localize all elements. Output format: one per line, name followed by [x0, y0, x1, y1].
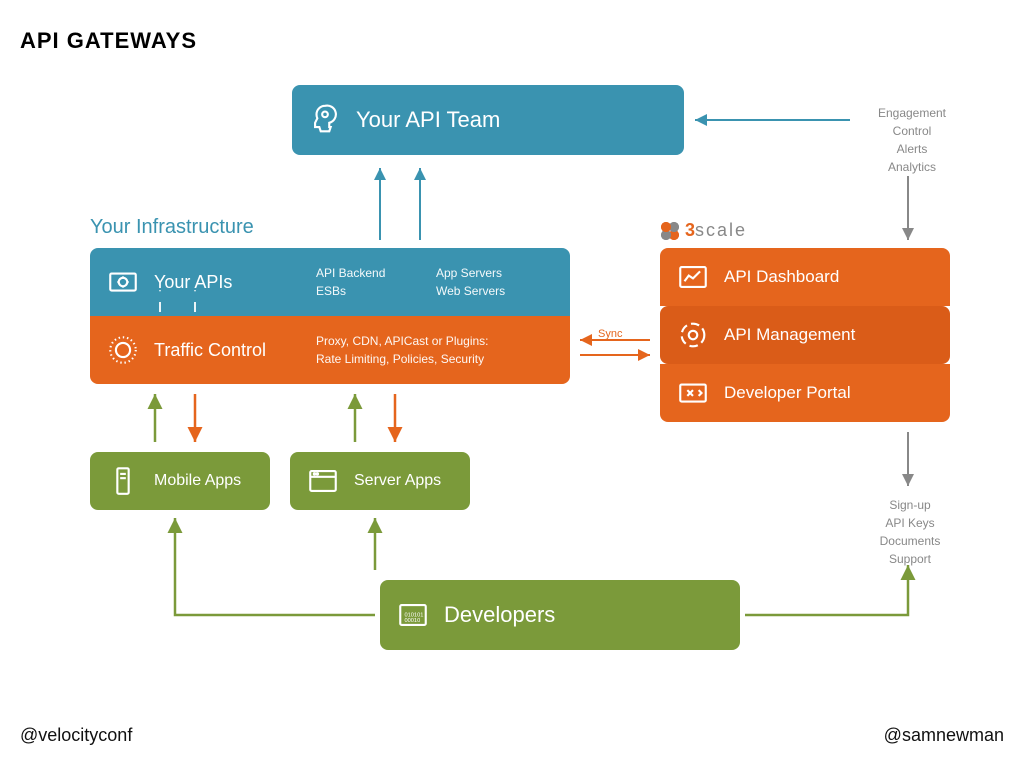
server-label: Server Apps — [354, 472, 441, 490]
traffic-label: Traffic Control — [154, 340, 266, 361]
cycle-icon — [676, 318, 710, 352]
sync-label: Sync — [598, 328, 622, 340]
web-servers-label: Web Servers — [436, 284, 505, 298]
annot-l3: Alerts — [897, 142, 928, 156]
esbs-label: ESBs — [316, 284, 346, 298]
api-backend-label: API Backend — [316, 266, 385, 280]
threescale-logo: 3scale — [660, 220, 747, 241]
annot-l4: Analytics — [888, 160, 936, 174]
logo-three: 3 — [685, 220, 695, 240]
your-apis-label: Your APIs — [154, 272, 232, 293]
annot-l2: Control — [893, 124, 932, 138]
code-icon: 01010100010 — [396, 598, 430, 632]
mobile-apps-box: Mobile Apps — [90, 452, 270, 510]
annot-l1: Engagement — [878, 106, 946, 120]
app-servers-label: App Servers — [436, 266, 502, 280]
api-team-label: Your API Team — [356, 107, 500, 133]
footer-left: @velocityconf — [20, 725, 132, 746]
phone-icon — [106, 464, 140, 498]
footer-right: @samnewman — [884, 725, 1004, 746]
logo-scale: scale — [695, 220, 747, 240]
annot-s2: API Keys — [885, 516, 934, 530]
gear-icon — [106, 265, 140, 299]
your-apis-box: Your APIs API Backend ESBs App Servers Web… — [90, 248, 570, 316]
apimgmt-label: API Management — [724, 325, 855, 345]
developers-box: 01010100010 Developers — [380, 580, 740, 650]
svg-text:00010: 00010 — [405, 618, 421, 624]
annot-s1: Sign-up — [889, 498, 930, 512]
infra-label: Your Infrastructure — [90, 216, 254, 239]
api-management-box: API Management — [660, 306, 950, 364]
traffic-sub2: Rate Limiting, Policies, Security — [316, 352, 484, 366]
traffic-sub1: Proxy, CDN, APICast or Plugins: — [316, 334, 489, 348]
head-icon — [308, 103, 342, 137]
traffic-control-box: Traffic Control Proxy, CDN, APICast or P… — [90, 316, 570, 384]
engagement-annotation: Engagement Control Alerts Analytics — [862, 104, 962, 176]
page-title: API GATEWAYS — [20, 28, 197, 54]
globe-icon — [106, 333, 140, 367]
signup-annotation: Sign-up API Keys Documents Support — [860, 496, 960, 568]
devportal-label: Developer Portal — [724, 383, 851, 403]
mobile-label: Mobile Apps — [154, 472, 241, 490]
window-icon — [306, 464, 340, 498]
developers-label: Developers — [444, 602, 555, 628]
api-dashboard-box: API Dashboard — [660, 248, 950, 306]
developer-portal-box: Developer Portal — [660, 364, 950, 422]
server-apps-box: Server Apps — [290, 452, 470, 510]
chart-icon — [676, 260, 710, 294]
tools-icon — [676, 376, 710, 410]
api-team-box: Your API Team — [292, 85, 684, 155]
annot-s3: Documents — [880, 534, 941, 548]
dots-icon — [660, 221, 680, 241]
dashboard-label: API Dashboard — [724, 267, 839, 287]
annot-s4: Support — [889, 552, 931, 566]
